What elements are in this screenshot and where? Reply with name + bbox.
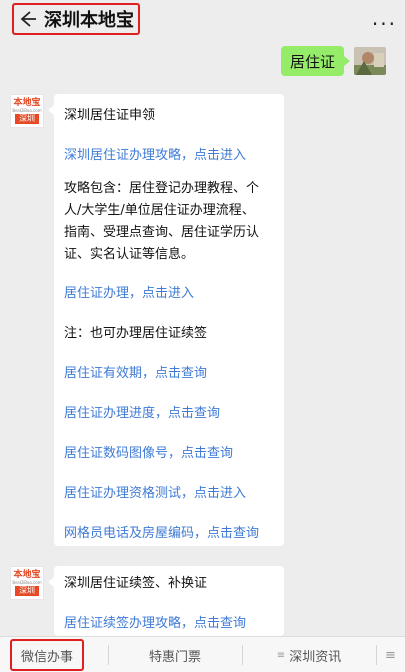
link-guide[interactable]: 深圳居住证办理攻略，点击进入 <box>64 144 276 163</box>
keyboard-switch-icon[interactable]: ≡ <box>376 637 405 672</box>
message-heading: 深圳居住证续签、补换证 <box>64 576 208 591</box>
logo-name: 本地宝 <box>13 570 41 580</box>
message-heading: 深圳居住证申领 <box>64 108 156 123</box>
bot-avatar[interactable]: 本地宝 BenDiBao.com 深圳 <box>10 94 44 128</box>
link-grid-phone[interactable]: 网格员电话及房屋编码，点击查询 <box>64 522 276 541</box>
back-arrow-icon[interactable] <box>18 9 38 29</box>
top-bar: 深圳本地宝 ... <box>0 0 405 42</box>
menu-tab-weixin-services[interactable]: 微信办事 <box>10 639 84 671</box>
bot-message-bubble: 深圳居住证申领 深圳居住证办理攻略，点击进入 攻略包含：居住登记办理教程、个 人… <box>48 94 284 546</box>
menu-tab-label: 特惠门票 <box>148 649 201 665</box>
link-photo-number[interactable]: 居住证数码图像号，点击查询 <box>64 442 276 461</box>
logo-city: 深圳 <box>15 114 39 124</box>
menu-tab-discount-tickets[interactable]: 特惠门票 <box>108 637 242 672</box>
user-avatar[interactable] <box>354 47 386 75</box>
menu-tab-label: 深圳资讯 <box>289 649 342 665</box>
logo-name: 本地宝 <box>13 98 41 108</box>
para-line: 证、实名认证等信息。 <box>64 247 195 262</box>
link-apply[interactable]: 居住证办理，点击进入 <box>64 282 276 301</box>
para-line: 指南、受理点查询、居住证学历认 <box>64 225 260 240</box>
para-line: 人/大学生/单位居住证办理流程、 <box>64 203 255 218</box>
link-eligibility-test[interactable]: 居住证办理资格测试，点击进入 <box>64 482 276 501</box>
renewal-note: 注：也可办理居住证续签 <box>64 326 208 341</box>
menu-tab-shenzhen-news[interactable]: ≡ 深圳资讯 <box>242 637 376 672</box>
guide-description: 攻略包含：居住登记办理教程、个 人/大学生/单位居住证办理流程、 指南、受理点查… <box>64 178 276 266</box>
more-options-icon[interactable]: ... <box>372 8 397 28</box>
link-validity[interactable]: 居住证有效期，点击查询 <box>64 362 276 381</box>
logo-url: BenDiBao.com <box>12 580 42 585</box>
bot-message-bubble: 深圳居住证续签、补换证 居住证续签办理攻略，点击查询 <box>48 566 284 636</box>
menu-tab-label: 微信办事 <box>20 649 73 665</box>
page-title: 深圳本地宝 <box>44 10 134 31</box>
logo-url: BenDiBao.com <box>12 108 42 113</box>
user-message-bubble: 居住证 <box>281 46 350 76</box>
bot-avatar[interactable]: 本地宝 BenDiBao.com 深圳 <box>10 566 44 600</box>
link-renewal-guide[interactable]: 居住证续签办理攻略，点击查询 <box>64 612 276 631</box>
submenu-icon: ≡ <box>276 649 286 661</box>
link-progress[interactable]: 居住证办理进度，点击查询 <box>64 402 276 421</box>
bottom-menu-bar: 微信办事 特惠门票 ≡ 深圳资讯 ≡ <box>0 636 405 672</box>
logo-city: 深圳 <box>15 586 39 596</box>
para-line: 攻略包含：居住登记办理教程、个 <box>64 181 260 196</box>
header-title-group[interactable]: 深圳本地宝 <box>12 3 140 35</box>
